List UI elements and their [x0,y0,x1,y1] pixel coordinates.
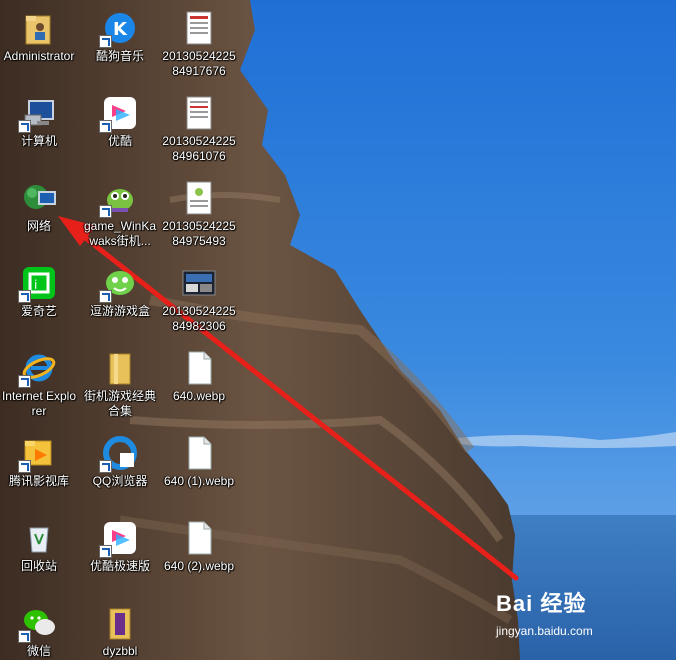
user-folder-icon [21,10,57,46]
douyou-icon [99,265,138,303]
icon-label: 回收站 [20,559,57,573]
kugou-icon: K [99,10,138,48]
desktop-icon-kugou[interactable]: K 酷狗音乐 [81,4,159,86]
icon-label: 2013052422584961076 [162,134,236,163]
desktop-icon-qq-browser[interactable]: QQ浏览器 [81,429,159,511]
tencent-video-icon [18,435,57,473]
icon-label: 微信 [26,644,51,658]
icon-label: 640 (1).webp [163,474,235,488]
image-thumbnail-icon [181,265,217,301]
desktop-icon-network[interactable]: 网络 [0,174,78,256]
document-thumbnail-icon [181,180,217,216]
desktop-icon-ie[interactable]: Internet Explorer [0,344,78,426]
desktop-icon-document-2[interactable]: 2013052422584961076 [160,89,238,171]
file-icon [181,350,217,386]
icon-label: 腾讯影视库 [8,474,69,488]
desktop-icon-recycle-bin[interactable]: 回收站 [0,514,78,596]
icon-label: dyzbbl [102,644,138,658]
svg-text:K: K [113,19,128,40]
iqiyi-icon: i [18,265,57,303]
icon-label: 计算机 [20,134,57,148]
icon-label: 爱奇艺 [20,304,57,318]
youku-lite-icon [99,520,138,558]
icon-label: Internet Explorer [1,389,77,418]
document-thumbnail-icon [181,95,217,131]
icon-label: 逗游游戏盒 [89,304,150,318]
desktop-icon-administrator[interactable]: Administrator [0,4,78,86]
icon-label: 2013052422584917676 [162,49,236,78]
icon-label: Administrator [3,49,75,63]
desktop-icon-computer[interactable]: 计算机 [0,89,78,171]
icon-label: 640.webp [172,389,226,403]
desktop: Administrator 计算机 网络 i 爱奇艺 Internet Expl… [0,0,676,660]
qq-browser-icon [99,435,138,473]
icon-label: 酷狗音乐 [95,49,144,63]
youku-icon [99,95,138,133]
desktop-icon-document-4[interactable]: 2013052422584982306 [160,259,238,341]
folder-icon [102,350,138,386]
file-icon [181,435,217,471]
desktop-icon-douyou[interactable]: 逗游游戏盒 [81,259,159,341]
desktop-icon-document-1[interactable]: 2013052422584917676 [160,4,238,86]
desktop-icon-dyzbbl[interactable]: dyzbbl [81,599,159,660]
icon-label: 2013052422584975493 [162,219,236,248]
watermark-site: jingyan.baidu.com [496,624,593,638]
file-icon [181,520,217,556]
baidu-jingyan-watermark: Bai 经验 jingyan.baidu.com [496,586,636,646]
document-thumbnail-icon [181,10,217,46]
desktop-icon-arcade-folder[interactable]: 街机游戏经典合集 [81,344,159,426]
watermark-logo: Bai 经验 [496,591,587,616]
computer-icon [18,95,57,133]
desktop-icon-iqiyi[interactable]: i 爱奇艺 [0,259,78,341]
wechat-icon [18,605,57,643]
desktop-icon-webp-1[interactable]: 640.webp [160,344,238,426]
icon-label: QQ浏览器 [92,474,148,488]
desktop-icon-youku-lite[interactable]: 优酷极速版 [81,514,159,596]
desktop-icon-webp-2[interactable]: 640 (1).webp [160,429,238,511]
desktop-icon-tencent-video[interactable]: 腾讯影视库 [0,429,78,511]
desktop-icon-webp-3[interactable]: 640 (2).webp [160,514,238,596]
icon-label: 640 (2).webp [163,559,235,573]
icon-label: 优酷 [107,134,132,148]
winrar-icon [102,605,138,641]
icon-label: 网络 [26,219,51,233]
network-icon [21,180,57,216]
icon-label: 2013052422584982306 [162,304,236,333]
desktop-icon-document-3[interactable]: 2013052422584975493 [160,174,238,256]
recycle-bin-icon [21,520,57,556]
svg-text:i: i [34,278,37,292]
desktop-icon-youku[interactable]: 优酷 [81,89,159,171]
kawaks-icon [99,180,138,218]
icon-label: 优酷极速版 [89,559,150,573]
icon-label: game_WinKawaks街机... [83,219,157,248]
desktop-icon-wechat[interactable]: 微信 [0,599,78,660]
ie-icon [18,350,57,388]
desktop-icon-kawaks[interactable]: game_WinKawaks街机... [81,174,159,256]
icon-label: 街机游戏经典合集 [83,389,156,418]
